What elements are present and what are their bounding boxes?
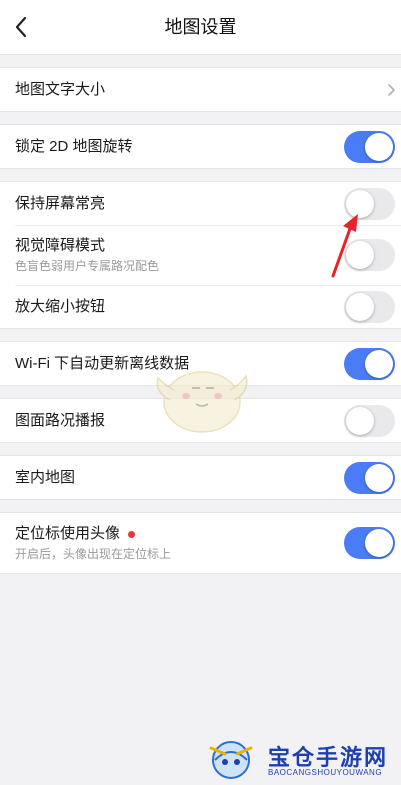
new-badge-dot: [128, 530, 136, 538]
toggle-zoom-buttons[interactable]: [344, 290, 395, 323]
toggle-wifi-auto-update[interactable]: [344, 347, 395, 380]
toggle-lock-2d-rotation[interactable]: [344, 130, 395, 163]
toggle-indoor-map[interactable]: [344, 461, 395, 494]
row-zoom-buttons: 放大缩小按钮: [0, 285, 401, 328]
row-subtitle: 开启后，头像出现在定位标上: [15, 547, 172, 561]
toggle-knob: [365, 132, 393, 161]
settings-group-rotation: 锁定 2D 地图旋转: [0, 124, 401, 169]
toggle-avatar-location-marker[interactable]: [344, 527, 395, 559]
annotation-arrow-icon: [331, 214, 358, 278]
nav-bar: 地图设置: [0, 0, 401, 55]
toggle-knob: [365, 463, 393, 492]
toggle-traffic-broadcast[interactable]: [344, 404, 395, 437]
settings-group-avatar: 定位标使用头像 开启后，头像出现在定位标上: [0, 512, 401, 574]
row-map-text-size[interactable]: 地图文字大小: [0, 68, 401, 111]
settings-group-text: 地图文字大小: [0, 67, 401, 112]
toggle-knob: [365, 349, 393, 378]
settings-group-indoor: 室内地图: [0, 455, 401, 500]
toggle-knob: [346, 292, 374, 321]
row-indoor-map: 室内地图: [0, 456, 401, 499]
watermark-subtext: BAOCANGSHOUYOUWANG: [268, 768, 383, 777]
page-title: 地图设置: [164, 17, 237, 37]
chevron-right-icon: [388, 83, 395, 96]
row-lock-2d-rotation: 锁定 2D 地图旋转: [0, 125, 401, 168]
row-avatar-location-marker: 定位标使用头像 开启后，头像出现在定位标上: [0, 513, 401, 573]
toggle-knob: [346, 406, 374, 435]
row-label: 地图文字大小: [15, 80, 106, 98]
mascot-watermark-icon: [156, 371, 248, 433]
toggle-knob: [365, 529, 393, 557]
watermark-logo-icon: [209, 741, 253, 779]
row-label: 定位标使用头像: [15, 525, 121, 542]
